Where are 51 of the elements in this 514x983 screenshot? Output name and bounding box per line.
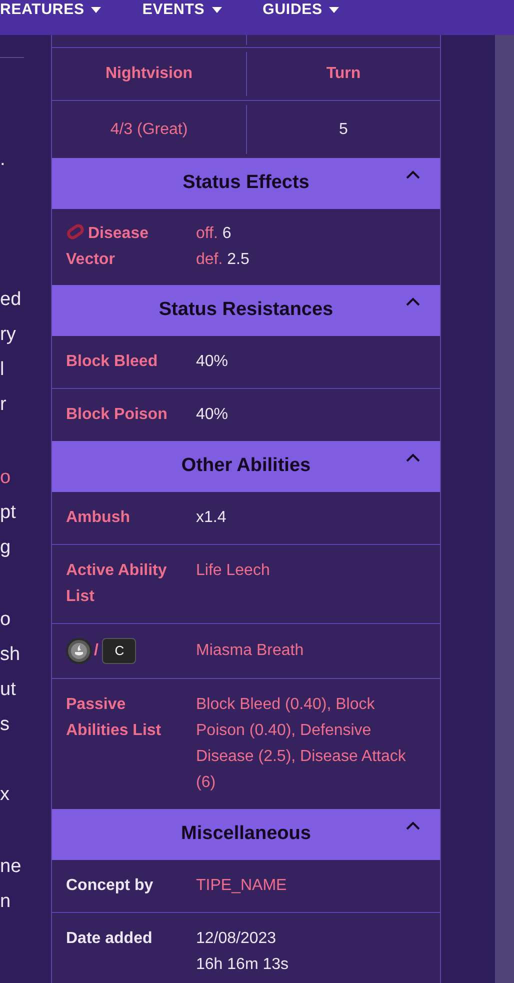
nav-link[interactable]: REATURES xyxy=(0,0,102,17)
row-value: TIPE_NAME xyxy=(196,876,288,896)
effect-value: def. 2.5 xyxy=(196,250,250,270)
cut-off-text: sh xyxy=(0,643,22,667)
cut-off-text: g xyxy=(0,536,12,560)
row-value: 12/08/2023 16h 16m 13s xyxy=(196,929,290,975)
cut-off-text: ne xyxy=(0,855,22,879)
row-label: Active Ability List xyxy=(66,561,168,607)
section-header[interactable]: Miscellaneous xyxy=(52,809,440,860)
row-value: Block Bleed (0.40), Block Poison (0.40), Defensive Disease (2.5), Disease Attack (6) xyxy=(196,695,407,793)
caret-down-icon xyxy=(90,6,102,14)
row-value: x1.4 xyxy=(196,508,228,528)
ability-value: Miasma Breath xyxy=(196,641,304,661)
column-header: Nightvision xyxy=(52,52,247,96)
nav-link[interactable]: GUIDES xyxy=(262,0,340,17)
cut-off-text: ut xyxy=(0,678,17,702)
row-value: 40% xyxy=(196,405,230,425)
chain-link-icon xyxy=(66,224,84,240)
cut-off-text: pt xyxy=(0,501,17,525)
row-label: Date added xyxy=(66,929,154,949)
cut-off-text: r xyxy=(0,393,8,417)
table-cell: 4/3 (Great) xyxy=(52,105,247,154)
cut-off-text: n xyxy=(0,890,12,914)
row-label: Passive Abilities List xyxy=(66,695,162,741)
row-label: Concept by xyxy=(66,876,154,896)
cut-off-text: ry xyxy=(0,323,17,347)
nav-link[interactable]: EVENTS xyxy=(142,0,223,17)
ability-icon xyxy=(66,638,92,664)
cut-off-text: s xyxy=(0,713,10,737)
row-value: 40% xyxy=(196,352,230,372)
section-header[interactable]: Status Effects xyxy=(52,158,440,209)
row-value: Life Leech xyxy=(196,561,271,581)
row-label: Block Poison xyxy=(66,405,168,425)
effect-label: Disease Vector xyxy=(66,223,150,270)
cut-off-text: l xyxy=(0,358,6,382)
row-label: Ambush xyxy=(66,508,131,528)
separator: / xyxy=(94,641,98,661)
cut-off-text: o xyxy=(0,466,12,490)
cut-off-text: ed xyxy=(0,288,22,312)
table-cell-text: 5 xyxy=(338,120,349,140)
cut-off-text: x xyxy=(0,783,10,807)
row-label: Block Bleed xyxy=(66,352,159,372)
caret-down-icon xyxy=(328,6,340,14)
section-header[interactable]: Other Abilities xyxy=(52,441,440,492)
effect-value: off. 6 xyxy=(196,224,232,244)
key-cap: C xyxy=(102,638,136,664)
cut-off-text: o xyxy=(0,608,12,632)
cut-off-text: . xyxy=(0,148,6,172)
column-header: Turn xyxy=(325,64,362,84)
section-header[interactable]: Status Resistances xyxy=(52,285,440,336)
caret-down-icon xyxy=(210,6,223,14)
